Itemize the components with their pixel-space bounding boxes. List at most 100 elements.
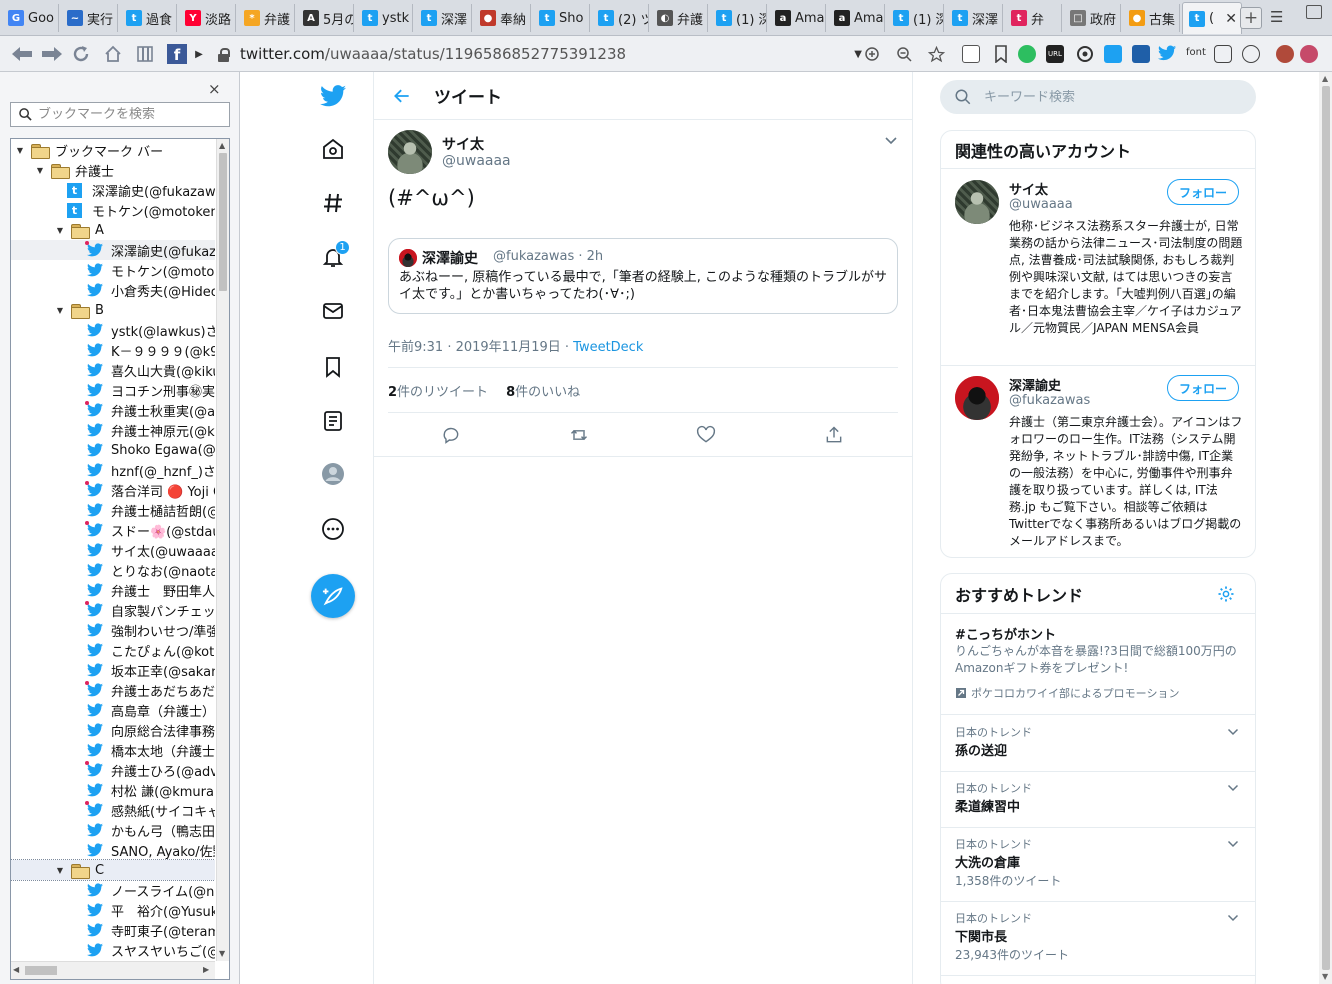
bookmark-item[interactable]: 深澤諭史(@fukazawas) <box>11 240 215 260</box>
address-bar[interactable]: twitter.com/uwaaaa/status/11965868527753… <box>208 41 862 67</box>
close-sidebar-icon[interactable]: × <box>208 80 221 98</box>
bookmark-folder[interactable]: ▼ 弁護士 <box>11 160 215 180</box>
tweet-menu-chevron-icon[interactable] <box>884 134 898 148</box>
tree-scroll-thumb[interactable] <box>219 153 227 291</box>
lists-icon[interactable] <box>307 401 359 441</box>
share-icon[interactable] <box>824 425 844 445</box>
twitter-search-input[interactable] <box>984 89 1234 105</box>
tweet-author-name[interactable]: サイ太 <box>442 134 484 154</box>
bookmark-item[interactable]: Shoko Egawa(@amneris84) <box>11 440 215 460</box>
trend-item[interactable]: 日本のトレンド 大洗の倉庫 1,358件のツイート <box>941 828 1255 902</box>
zoom-in-icon[interactable] <box>862 43 882 65</box>
follow-button-2[interactable]: フォロー <box>1167 375 1239 401</box>
bookmark-item[interactable]: ヨコチン刑事㊙実況 <box>11 380 215 400</box>
bookmark-item[interactable]: とりなお(@naotaro) <box>11 560 215 580</box>
folder-expand-icon[interactable]: ▼ <box>15 146 25 155</box>
bookmark-item[interactable]: 弁護士神原元(@kambara7) <box>11 420 215 440</box>
bookmark-item[interactable]: 喜久山大貴(@kikuyama) <box>11 360 215 380</box>
star-icon[interactable] <box>926 43 946 65</box>
retweet-count[interactable]: 2件のリツイート <box>388 381 488 400</box>
bookmark-item[interactable]: 寺町東子(@teramachi) <box>11 920 215 940</box>
back-icon[interactable] <box>10 43 34 65</box>
trend-item[interactable]: 日本のトレンド 孫の送迎 <box>941 716 1255 772</box>
page-scroll-thumb[interactable] <box>1322 86 1330 970</box>
tweet-author-avatar[interactable] <box>388 130 432 174</box>
browser-tab[interactable]: ◐ 弁護 <box>651 4 708 32</box>
folder-expand-icon[interactable]: ▼ <box>55 226 65 235</box>
twitter-search[interactable] <box>940 80 1256 114</box>
bookmark-item[interactable]: 弁護士樋詰哲朗(@hizume) <box>11 500 215 520</box>
trend-menu-chevron-icon[interactable] <box>1227 838 1239 850</box>
url-dropdown-icon[interactable]: ▼ <box>854 49 862 60</box>
bookmark-item[interactable]: スドー🌸(@stdaux) <box>11 520 215 540</box>
compose-tweet-button[interactable] <box>311 574 355 618</box>
reply-icon[interactable] <box>441 425 461 445</box>
browser-tab[interactable]: t弁 <box>1005 4 1062 32</box>
scroll-right-icon[interactable]: ▶ <box>203 965 209 974</box>
scroll-down-icon[interactable]: ▼ <box>219 949 225 958</box>
related-account-1[interactable]: サイ太 @uwaaaa フォロー 他称･ビジネス法務系スター弁護士が, 日常業務… <box>941 170 1255 366</box>
messages-mail-icon[interactable] <box>307 291 359 331</box>
bookmark-folder[interactable]: ▼ A <box>11 220 215 240</box>
bookmark-search[interactable] <box>10 102 230 127</box>
browser-tab[interactable]: t 深澤 <box>415 4 472 32</box>
folder-expand-icon[interactable]: ▼ <box>55 306 65 315</box>
bookmark-item[interactable]: 村松 謙(@kmuramatsu) <box>11 780 215 800</box>
reload-icon[interactable] <box>70 43 92 65</box>
chat-ext-icon[interactable] <box>1242 45 1260 63</box>
bookmark-item[interactable]: こたぴょん(@kotaro) <box>11 640 215 660</box>
new-tab-button[interactable]: + <box>1240 7 1262 29</box>
tweet-author[interactable]: サイ太 @uwaaaa <box>388 130 898 176</box>
bookmark-item[interactable]: ノースライム(@noslime) <box>11 880 215 900</box>
bookmark-folder[interactable]: ▼ ブックマーク バー <box>11 140 215 160</box>
scroll-left-icon[interactable]: ◀ <box>13 965 19 974</box>
page-scroll-down-icon[interactable]: ▼ <box>1322 972 1328 981</box>
bookmark-item[interactable]: 橋本太地（弁護士） <box>11 740 215 760</box>
bookmark-item[interactable]: ystk(@lawkus)さん <box>11 320 215 340</box>
forward-icon[interactable] <box>40 43 64 65</box>
folder-expand-icon[interactable]: ▼ <box>35 166 45 175</box>
explore-hashtag-icon[interactable] <box>307 183 359 223</box>
bookmark-item[interactable]: 自家製パンチェッタ <box>11 600 215 620</box>
bookmark-item[interactable]: モトケン(@motoken_tw) <box>11 260 215 280</box>
browser-tab[interactable]: □ 政府 <box>1064 4 1121 32</box>
window-restore-icon[interactable] <box>1306 5 1322 19</box>
bookmark-item[interactable]: SANO, Ayako/佐野 <box>11 840 215 860</box>
close-tab-icon[interactable]: ✕ <box>1225 11 1237 27</box>
browser-tab[interactable]: ~ 実行 <box>61 4 118 32</box>
trend-menu-chevron-icon[interactable] <box>1227 912 1239 924</box>
browser-tab[interactable]: t (✕ <box>1182 2 1242 34</box>
related-account-2[interactable]: 深澤諭史 @fukazawas フォロー 弁護士（第二東京弁護士会）。アイコンは… <box>941 366 1255 557</box>
bookmark-item[interactable]: 強制わいせつ/準強 <box>11 620 215 640</box>
bookmark-item[interactable]: t モトケン(@motoken_tw) <box>11 200 215 220</box>
shield-ext-icon[interactable] <box>1214 45 1232 63</box>
bookmarks-icon[interactable] <box>307 347 359 387</box>
browser-tab[interactable]: t Sho <box>533 4 590 32</box>
tweet-client-link[interactable]: TweetDeck <box>573 340 643 355</box>
tree-hscroll-thumb[interactable] <box>25 966 57 975</box>
bookmark-item[interactable]: 向原総合法律事務所 <box>11 720 215 740</box>
overflow-chevron-icon[interactable]: ▶ <box>194 43 204 65</box>
menu-avatar-icon[interactable] <box>1300 45 1318 63</box>
trend-item[interactable]: 日本のトレンド 下関市長 23,943件のツイート <box>941 902 1255 976</box>
bookmark-item[interactable]: t 深澤諭史(@fukazawas) <box>11 180 215 200</box>
zoom-out-icon[interactable] <box>894 43 914 65</box>
browser-tab[interactable]: A5月の <box>297 4 354 32</box>
more-icon[interactable] <box>307 509 359 549</box>
bookmark-item[interactable]: 坂本正幸(@sakamoto) <box>11 660 215 680</box>
tweet-time-text[interactable]: 午前9:31 · 2019年11月19日 · <box>388 340 573 355</box>
twitter-ext-icon[interactable] <box>1158 45 1176 63</box>
page-scroll-up-icon[interactable]: ▲ <box>1322 74 1328 83</box>
tree-vertical-scrollbar[interactable]: ▲ ▼ <box>216 139 229 961</box>
edit-ext-icon[interactable] <box>1132 45 1150 63</box>
scroll-up-icon[interactable]: ▲ <box>219 141 225 150</box>
tweet-author-handle[interactable]: @uwaaaa <box>442 153 511 169</box>
browser-tab[interactable]: t 過食 <box>120 4 177 32</box>
back-arrow-icon[interactable] <box>392 86 412 106</box>
notifications-bell-icon[interactable]: 1 <box>307 237 359 277</box>
bookmark-item[interactable]: かもん弓（鴨志田） <box>11 820 215 840</box>
related-account-1-name[interactable]: サイ太 <box>1009 179 1048 198</box>
bookmark-item[interactable]: 感熱紙(サイコキャット) <box>11 800 215 820</box>
bookmark-item[interactable]: 落合洋司 🔴 Yoji Ochiai <box>11 480 215 500</box>
promoted-trend[interactable]: #こっちがホント りんごちゃんが本音を暴露!?3日間で総額100万円のAmazo… <box>941 615 1255 715</box>
